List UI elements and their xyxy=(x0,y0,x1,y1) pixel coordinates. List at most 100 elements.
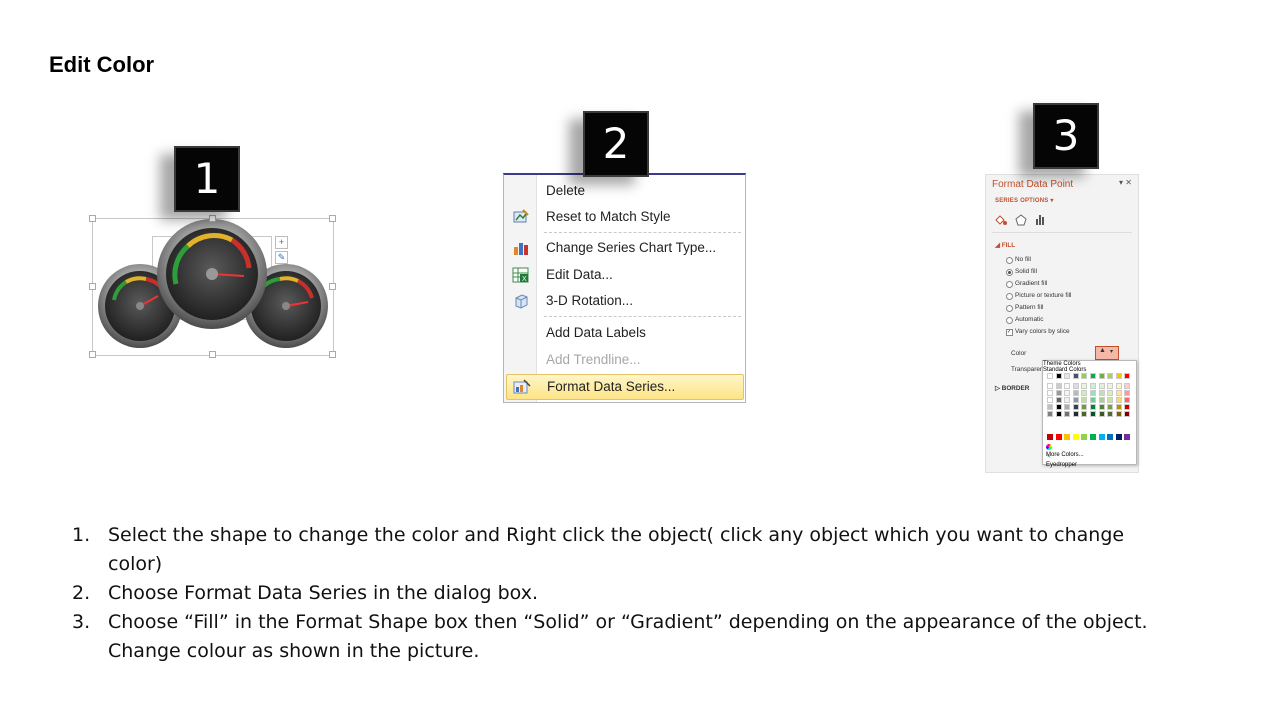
standard-color-swatch[interactable] xyxy=(1047,434,1053,440)
theme-color-swatch[interactable] xyxy=(1107,397,1114,403)
standard-color-swatch[interactable] xyxy=(1107,434,1114,440)
standard-color-swatch[interactable] xyxy=(1098,434,1105,440)
pane-close-button[interactable]: ▾ ✕ xyxy=(1119,178,1132,187)
menu-item-format-data-series[interactable]: Format Data Series... xyxy=(506,374,744,400)
theme-color-swatch[interactable] xyxy=(1090,404,1096,410)
theme-color-swatch[interactable] xyxy=(1107,373,1114,379)
theme-color-swatch[interactable] xyxy=(1047,373,1053,379)
resize-handle[interactable] xyxy=(89,215,96,222)
resize-handle[interactable] xyxy=(329,351,336,358)
theme-color-swatch[interactable] xyxy=(1081,373,1088,379)
theme-color-swatch[interactable] xyxy=(1055,373,1062,379)
theme-color-swatch[interactable] xyxy=(1064,383,1071,389)
theme-color-swatch[interactable] xyxy=(1124,383,1131,389)
more-colors-item[interactable]: More Colors... xyxy=(1046,443,1132,458)
theme-color-swatch[interactable] xyxy=(1072,397,1079,403)
theme-color-swatch[interactable] xyxy=(1081,383,1088,389)
theme-color-swatch[interactable] xyxy=(1115,397,1122,403)
menu-item-3d-rotation[interactable]: 3-D Rotation... xyxy=(504,289,744,313)
eyedropper-item[interactable]: ✎ Eyedropper xyxy=(1046,453,1132,468)
standard-color-swatch[interactable] xyxy=(1064,434,1071,440)
standard-color-swatch[interactable] xyxy=(1055,434,1062,440)
resize-handle[interactable] xyxy=(209,351,216,358)
radio-pattern-fill[interactable] xyxy=(1006,305,1013,312)
theme-color-swatch[interactable] xyxy=(1047,383,1053,389)
theme-color-swatch[interactable] xyxy=(1124,373,1131,379)
theme-color-swatch[interactable] xyxy=(1090,411,1096,417)
theme-color-swatch[interactable] xyxy=(1055,383,1062,389)
standard-color-swatch[interactable] xyxy=(1081,434,1088,440)
radio-picture-fill[interactable] xyxy=(1006,293,1013,300)
theme-color-swatch[interactable] xyxy=(1064,373,1071,379)
theme-color-swatch[interactable] xyxy=(1098,404,1105,410)
theme-color-swatch[interactable] xyxy=(1055,390,1062,396)
theme-color-swatch[interactable] xyxy=(1055,397,1062,403)
theme-color-swatch[interactable] xyxy=(1047,397,1053,403)
theme-color-swatch[interactable] xyxy=(1047,404,1053,410)
radio-automatic[interactable] xyxy=(1006,317,1013,324)
theme-color-swatch[interactable] xyxy=(1107,383,1114,389)
theme-color-swatch[interactable] xyxy=(1047,411,1053,417)
theme-color-swatch[interactable] xyxy=(1107,390,1114,396)
theme-color-swatch[interactable] xyxy=(1124,397,1131,403)
series-options-dropdown[interactable]: SERIES OPTIONS ▾ xyxy=(995,197,1054,204)
theme-color-swatch[interactable] xyxy=(1081,404,1088,410)
effects-pentagon-icon[interactable] xyxy=(1015,214,1027,226)
resize-handle[interactable] xyxy=(329,215,336,222)
theme-color-swatch[interactable] xyxy=(1064,411,1071,417)
resize-handle[interactable] xyxy=(329,283,336,290)
theme-color-swatch[interactable] xyxy=(1081,397,1088,403)
theme-color-swatch[interactable] xyxy=(1055,411,1062,417)
theme-color-swatch[interactable] xyxy=(1090,397,1096,403)
menu-item-edit-data[interactable]: X Edit Data... xyxy=(504,263,744,287)
gauge-cluster[interactable]: + ✎ ▼ xyxy=(89,215,336,358)
theme-color-swatch[interactable] xyxy=(1047,390,1053,396)
radio-gradient-fill[interactable] xyxy=(1006,281,1013,288)
menu-item-add-data-labels[interactable]: Add Data Labels xyxy=(504,321,744,345)
theme-color-swatch[interactable] xyxy=(1115,390,1122,396)
theme-color-swatch[interactable] xyxy=(1090,390,1096,396)
standard-color-swatch[interactable] xyxy=(1090,434,1096,440)
theme-color-swatch[interactable] xyxy=(1064,390,1071,396)
border-section-header[interactable]: ▷ BORDER xyxy=(995,384,1029,392)
color-picker-button[interactable]: ▲ ▾ xyxy=(1095,346,1119,360)
radio-no-fill[interactable] xyxy=(1006,257,1013,264)
theme-color-swatch[interactable] xyxy=(1098,390,1105,396)
theme-color-swatch[interactable] xyxy=(1072,373,1079,379)
resize-handle[interactable] xyxy=(89,283,96,290)
theme-color-swatch[interactable] xyxy=(1081,411,1088,417)
theme-color-swatch[interactable] xyxy=(1124,404,1131,410)
theme-color-swatch[interactable] xyxy=(1090,383,1096,389)
theme-color-swatch[interactable] xyxy=(1107,411,1114,417)
fill-line-icon[interactable] xyxy=(995,215,1007,225)
theme-color-swatch[interactable] xyxy=(1055,404,1062,410)
theme-color-swatch[interactable] xyxy=(1115,404,1122,410)
resize-handle[interactable] xyxy=(89,351,96,358)
theme-color-swatch[interactable] xyxy=(1107,404,1114,410)
standard-color-swatch[interactable] xyxy=(1115,434,1122,440)
theme-color-swatch[interactable] xyxy=(1115,383,1122,389)
menu-item-change-chart-type[interactable]: Change Series Chart Type... xyxy=(504,236,744,260)
menu-item-delete[interactable]: Delete xyxy=(504,179,744,203)
theme-color-swatch[interactable] xyxy=(1124,390,1131,396)
theme-color-swatch[interactable] xyxy=(1072,404,1079,410)
theme-color-swatch[interactable] xyxy=(1098,397,1105,403)
theme-color-swatch[interactable] xyxy=(1124,411,1131,417)
theme-color-swatch[interactable] xyxy=(1072,411,1079,417)
theme-color-swatch[interactable] xyxy=(1072,383,1079,389)
theme-color-swatch[interactable] xyxy=(1064,397,1071,403)
standard-color-swatch[interactable] xyxy=(1124,434,1131,440)
theme-color-swatch[interactable] xyxy=(1072,390,1079,396)
theme-color-swatch[interactable] xyxy=(1098,373,1105,379)
theme-color-swatch[interactable] xyxy=(1098,383,1105,389)
theme-color-swatch[interactable] xyxy=(1115,373,1122,379)
theme-color-swatch[interactable] xyxy=(1115,411,1122,417)
theme-color-swatch[interactable] xyxy=(1081,390,1088,396)
standard-color-swatch[interactable] xyxy=(1072,434,1079,440)
vary-colors-checkbox[interactable]: ✓ xyxy=(1006,329,1013,336)
fill-section-header[interactable]: ◢ FILL xyxy=(995,241,1015,249)
theme-color-swatch[interactable] xyxy=(1090,373,1096,379)
menu-item-reset-style[interactable]: Reset to Match Style xyxy=(504,205,744,229)
radio-solid-fill[interactable] xyxy=(1006,269,1013,276)
resize-handle[interactable] xyxy=(209,215,216,222)
